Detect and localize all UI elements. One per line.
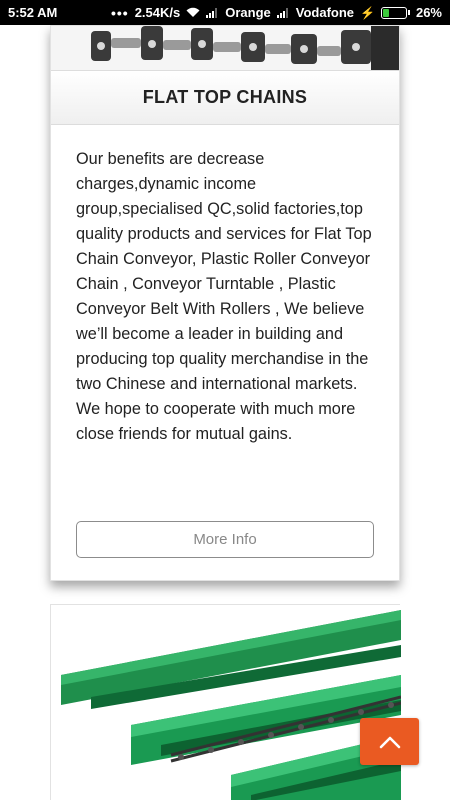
card-title: FLAT TOP CHAINS (51, 71, 399, 125)
status-time: 5:52 AM (8, 5, 58, 20)
carrier-2: Vodafone (295, 5, 355, 20)
charging-icon: ⚡ (360, 5, 375, 20)
signal-icon (206, 7, 219, 18)
battery-percent: 26% (415, 5, 442, 20)
product-image-green-rails (51, 605, 401, 800)
product-card-flat-top-chains: FLAT TOP CHAINS Our benefits are decreas… (50, 25, 400, 581)
network-speed: 2.54K/s (134, 5, 181, 20)
notification-dots-icon: ••• (110, 4, 129, 21)
carrier-1: Orange (225, 5, 271, 20)
card-description: Our benefits are decrease charges,dynami… (76, 150, 372, 443)
chevron-up-icon (379, 736, 400, 748)
battery-icon (380, 6, 410, 19)
product-image-chain-banner (51, 26, 399, 71)
wifi-icon (186, 7, 200, 17)
product-card-guide-rails (50, 604, 401, 800)
more-info-button[interactable]: More Info (76, 521, 374, 558)
signal-icon-2 (276, 7, 290, 18)
scroll-to-top-button[interactable] (360, 718, 419, 765)
status-bar: 5:52 AM ••• 2.54K/s Orange Vodafone ⚡ 26… (0, 0, 450, 25)
